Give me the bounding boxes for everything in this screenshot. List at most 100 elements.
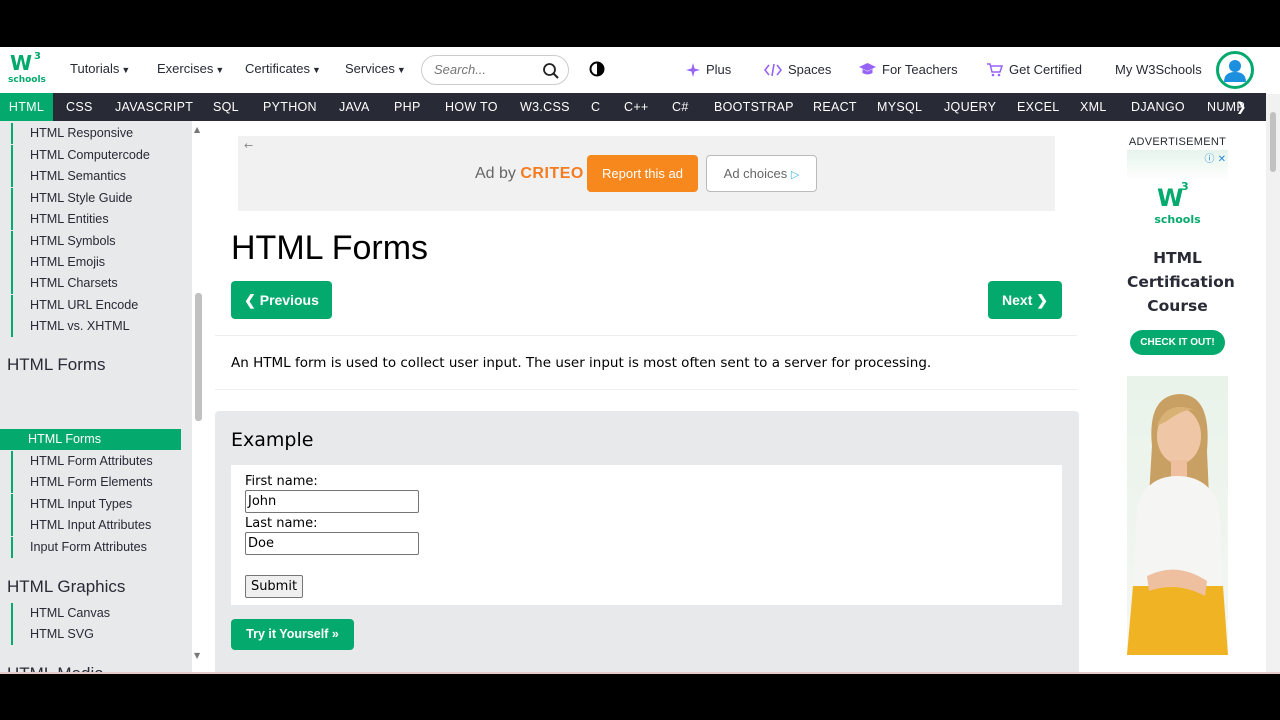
adchoices-close-icon[interactable]: ⓘ ✕ bbox=[1204, 150, 1226, 165]
report-ad-button[interactable]: Report this ad bbox=[587, 155, 698, 192]
w3schools-logo[interactable]: W 3 schools bbox=[8, 51, 46, 89]
check-it-out-button[interactable]: CHECK IT OUT! bbox=[1130, 330, 1225, 355]
subject-django[interactable]: DJANGO bbox=[1131, 93, 1185, 121]
woman-illustration bbox=[1127, 394, 1228, 655]
subject-html[interactable]: HTML bbox=[0, 93, 53, 121]
sidebar-item[interactable]: HTML Charsets bbox=[11, 273, 192, 294]
subject-excel[interactable]: EXCEL bbox=[1017, 93, 1060, 121]
sidebar-scrollbar[interactable]: ▲ ▼ bbox=[192, 121, 205, 673]
search-input[interactable] bbox=[434, 62, 539, 77]
first-name-input[interactable]: John bbox=[245, 490, 419, 513]
sidebar-item[interactable]: HTML SVG bbox=[11, 624, 192, 645]
link-plus[interactable]: Plus bbox=[686, 62, 731, 77]
subject-cpp[interactable]: C++ bbox=[624, 93, 649, 121]
subject-how-to[interactable]: HOW TO bbox=[445, 93, 498, 121]
link-get-certified[interactable]: Get Certified bbox=[987, 62, 1082, 77]
sidebar-item-active[interactable]: HTML Forms bbox=[0, 429, 181, 450]
sidebar-scroll-thumb[interactable] bbox=[195, 293, 202, 421]
link-spaces[interactable]: Spaces bbox=[764, 62, 831, 77]
sidebar-item[interactable]: HTML Entities bbox=[11, 209, 192, 230]
page-scrollbar[interactable] bbox=[1266, 94, 1280, 673]
bottom-border bbox=[0, 672, 1280, 674]
adchoices-icon: ▷ bbox=[790, 169, 800, 181]
link-my-w3schools[interactable]: My W3Schools bbox=[1115, 62, 1202, 77]
subject-java[interactable]: JAVA bbox=[339, 93, 370, 121]
last-name-input[interactable]: Doe bbox=[245, 532, 419, 555]
cart-icon bbox=[987, 62, 1003, 76]
sidebar-item[interactable]: HTML Canvas bbox=[11, 603, 192, 624]
first-name-label: First name: bbox=[245, 474, 318, 489]
ad-choices-button[interactable]: Ad choices ▷ bbox=[706, 155, 817, 192]
w3schools-cert-ad[interactable]: ⓘ ✕ W 3 schools HTML Certification Cours… bbox=[1127, 150, 1235, 655]
scroll-down-icon[interactable]: ▼ bbox=[194, 651, 200, 660]
subject-xml[interactable]: XML bbox=[1080, 93, 1107, 121]
subject-css[interactable]: CSS bbox=[66, 93, 93, 121]
sidebar-item[interactable]: HTML Form Attributes bbox=[11, 451, 192, 472]
back-arrow-icon[interactable]: ← bbox=[244, 139, 253, 152]
sidebar-item[interactable]: HTML Emojis bbox=[11, 252, 192, 273]
sidebar-item[interactable]: HTML Form Elements bbox=[11, 472, 192, 493]
sidebar-item[interactable]: HTML Responsive bbox=[11, 123, 192, 144]
previous-button[interactable]: ❮ Previous bbox=[231, 281, 332, 319]
subject-mysql[interactable]: MYSQL bbox=[877, 93, 922, 121]
menu-tutorials[interactable]: Tutorials ▼ bbox=[70, 61, 130, 76]
link-for-teachers[interactable]: For Teachers bbox=[859, 62, 958, 77]
menu-exercises-label: Exercises bbox=[157, 61, 214, 76]
browser-page: W 3 schools Tutorials ▼ Exercises ▼ Certif… bbox=[0, 47, 1280, 673]
next-button[interactable]: Next ❯ bbox=[988, 281, 1062, 319]
ad-photo-woman bbox=[1127, 376, 1228, 655]
menu-certificates[interactable]: Certificates ▼ bbox=[245, 61, 321, 76]
user-icon bbox=[1224, 60, 1246, 82]
example-section: Example First name: John Last name: Doe … bbox=[215, 411, 1079, 673]
graduation-cap-icon bbox=[859, 63, 876, 75]
link-get-certified-label: Get Certified bbox=[1009, 62, 1082, 77]
scroll-up-icon[interactable]: ▲ bbox=[194, 125, 200, 134]
submit-button[interactable]: Submit bbox=[245, 575, 303, 598]
subject-scroll-right-icon[interactable]: ❯ bbox=[1236, 93, 1256, 121]
link-for-teachers-label: For Teachers bbox=[882, 62, 958, 77]
top-navigation: W 3 schools Tutorials ▼ Exercises ▼ Certif… bbox=[0, 47, 1280, 93]
user-avatar[interactable] bbox=[1216, 51, 1254, 89]
sidebar-item[interactable]: HTML URL Encode bbox=[11, 295, 192, 316]
logo-schools: schools bbox=[8, 75, 46, 85]
subject-javascript[interactable]: JAVASCRIPT bbox=[115, 93, 193, 121]
sidebar-item[interactable]: HTML Style Guide bbox=[11, 188, 192, 209]
menu-services[interactable]: Services ▼ bbox=[345, 61, 406, 76]
divider bbox=[215, 389, 1077, 390]
sidebar-heading-graphics: HTML Graphics bbox=[7, 577, 126, 596]
link-plus-label: Plus bbox=[706, 62, 732, 77]
sidebar-item[interactable]: HTML Computercode bbox=[11, 145, 192, 166]
example-output-box: First name: John Last name: Doe Submit bbox=[231, 465, 1062, 605]
subject-python[interactable]: PYTHON bbox=[263, 93, 317, 121]
subject-csharp[interactable]: C# bbox=[672, 93, 689, 121]
advertisement-label: ADVERTISEMENT bbox=[1128, 136, 1227, 148]
dark-mode-toggle-icon[interactable] bbox=[589, 61, 605, 77]
sidebar-item[interactable]: Input Form Attributes bbox=[11, 537, 192, 558]
try-it-yourself-button[interactable]: Try it Yourself » bbox=[231, 619, 354, 650]
sidebar-item[interactable]: HTML vs. XHTML bbox=[11, 316, 192, 337]
subject-jquery[interactable]: JQUERY bbox=[944, 93, 996, 121]
ad-logo-w: W bbox=[1157, 184, 1184, 212]
last-name-label: Last name: bbox=[245, 516, 318, 531]
menu-exercises[interactable]: Exercises ▼ bbox=[157, 61, 224, 76]
subject-php[interactable]: PHP bbox=[394, 93, 421, 121]
subject-react[interactable]: REACT bbox=[813, 93, 857, 121]
caret-down-icon: ▼ bbox=[396, 65, 406, 75]
search-box[interactable] bbox=[421, 55, 569, 85]
subject-bootstrap[interactable]: BOOTSTRAP bbox=[714, 93, 794, 121]
sidebar-item[interactable]: HTML Symbols bbox=[11, 231, 192, 252]
code-icon bbox=[764, 63, 782, 76]
sidebar-item[interactable]: HTML Input Attributes bbox=[11, 515, 192, 536]
ad-title: HTML Certification Course bbox=[1127, 249, 1235, 315]
sidebar-item[interactable]: HTML Semantics bbox=[11, 166, 192, 187]
subject-c[interactable]: C bbox=[591, 93, 600, 121]
menu-tutorials-label: Tutorials bbox=[70, 61, 120, 76]
ad-by-label: Ad by bbox=[475, 165, 516, 182]
subject-w3css[interactable]: W3.CSS bbox=[520, 93, 570, 121]
sidebar-item[interactable]: HTML Input Types bbox=[11, 494, 192, 515]
ad-choices-label: Ad choices bbox=[723, 166, 788, 181]
page-scroll-thumb[interactable] bbox=[1270, 112, 1276, 172]
sidebar-heading-forms: HTML Forms bbox=[7, 355, 106, 374]
subject-sql[interactable]: SQL bbox=[213, 93, 239, 121]
search-icon[interactable] bbox=[542, 62, 560, 80]
